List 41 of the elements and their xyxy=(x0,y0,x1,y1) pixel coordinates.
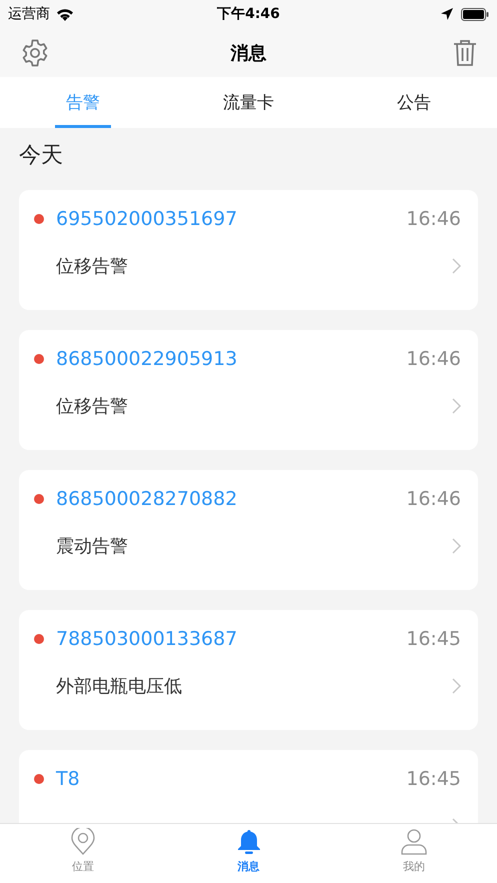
tab-bar-item[interactable]: 消息 xyxy=(166,824,332,883)
tab-bar-item[interactable]: 我的 xyxy=(331,824,497,883)
trash-icon xyxy=(453,38,477,66)
message-time: 16:45 xyxy=(406,768,461,790)
device-id: 695502000351697 xyxy=(56,208,238,230)
tab[interactable]: 公告 xyxy=(331,77,497,128)
page-title: 消息 xyxy=(230,42,266,64)
carrier-name: 运营商 xyxy=(8,5,50,23)
device-id: 868500028270882 xyxy=(56,488,238,510)
device-id: 868500022905913 xyxy=(56,348,238,370)
tab-underline xyxy=(54,125,111,128)
message-card[interactable]: 788503000133687 16:45 外部电瓶电压低 xyxy=(19,610,478,730)
location-arrow-icon xyxy=(441,8,453,20)
wifi-icon xyxy=(56,8,74,20)
settings-icon xyxy=(20,38,50,68)
chevron-right-icon xyxy=(452,538,461,554)
chevron-right-icon xyxy=(452,678,461,694)
section-heading: 今天 xyxy=(19,142,64,170)
message-card[interactable]: 695502000351697 16:46 位移告警 xyxy=(19,190,478,310)
alert-type: 外部电瓶电压低 xyxy=(56,675,182,698)
settings-button[interactable] xyxy=(20,38,50,68)
alert-type: 位移告警 xyxy=(56,395,128,418)
message-time: 16:45 xyxy=(406,628,461,650)
battery-icon xyxy=(461,8,489,20)
device-id: T8 xyxy=(56,768,80,790)
message-time: 16:46 xyxy=(406,348,461,370)
delete-button[interactable] xyxy=(453,38,477,66)
alert-type: 震动告警 xyxy=(56,535,128,558)
message-time: 16:46 xyxy=(406,208,461,230)
alert-type: 位移告警 xyxy=(56,255,128,278)
tab-bar-item[interactable]: 位置 xyxy=(0,824,166,883)
message-time: 16:46 xyxy=(406,488,461,510)
clock-time: 下午4:46 xyxy=(217,6,280,22)
chevron-right-icon xyxy=(452,258,461,274)
tab[interactable]: 流量卡 xyxy=(166,77,332,128)
message-card[interactable]: 868500022905913 16:46 位移告警 xyxy=(19,330,478,450)
chevron-right-icon xyxy=(452,398,461,414)
person-icon xyxy=(400,828,428,856)
device-id: 788503000133687 xyxy=(56,628,238,650)
location-pin-icon xyxy=(68,828,97,856)
message-card[interactable]: 868500028270882 16:46 震动告警 xyxy=(19,470,478,590)
